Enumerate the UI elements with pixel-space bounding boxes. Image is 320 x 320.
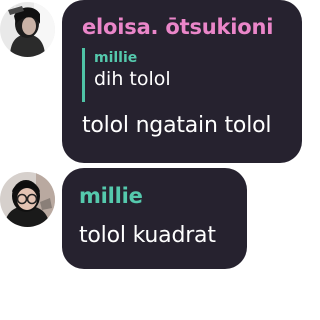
reply-text: dih tolol <box>94 68 171 90</box>
user-avatar-photo-icon <box>0 2 55 57</box>
message-text: tolol ngatain tolol <box>82 113 272 138</box>
reply-author: millie <box>94 50 138 66</box>
user-avatar-photo-icon <box>0 172 55 227</box>
message-author[interactable]: millie <box>79 184 143 208</box>
chat-screenshot: eloisa. ōtsukioni millie dih tolol tolol… <box>0 0 306 320</box>
message-bubble[interactable]: millie tolol kuadrat <box>62 168 247 269</box>
message-bubble[interactable]: eloisa. ōtsukioni millie dih tolol tolol… <box>62 0 302 163</box>
message-author[interactable]: eloisa. ōtsukioni <box>82 15 273 39</box>
avatar-eloisa[interactable] <box>0 2 55 57</box>
reply-quote[interactable]: millie dih tolol <box>82 48 171 102</box>
message-text: tolol kuadrat <box>79 223 216 248</box>
avatar-millie[interactable] <box>0 172 55 227</box>
